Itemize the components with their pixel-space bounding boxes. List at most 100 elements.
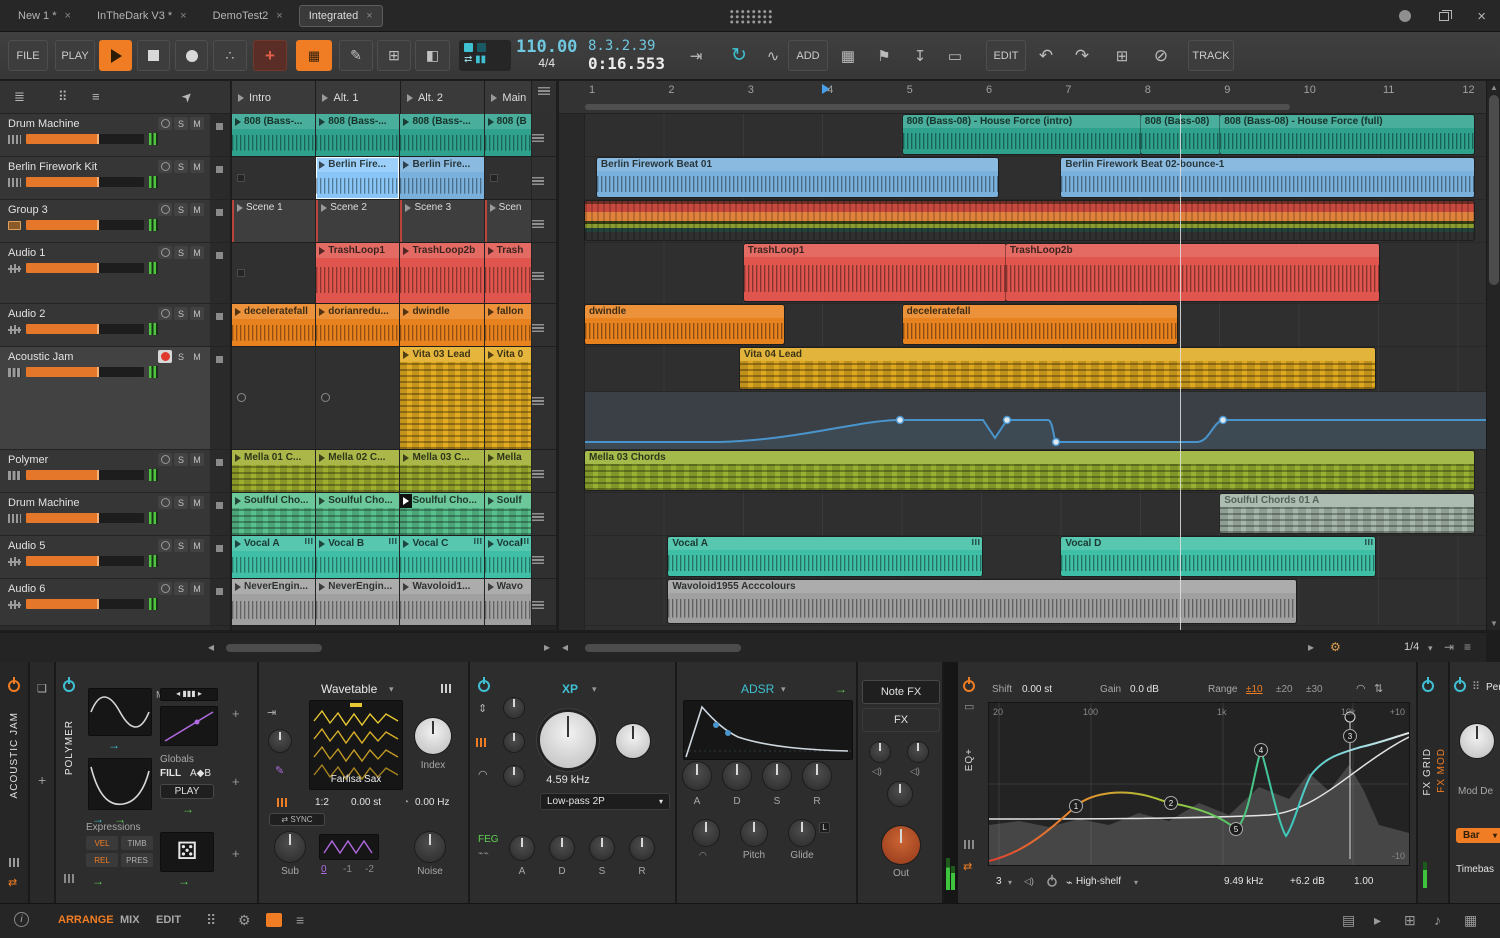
track-launcher-menu[interactable] — [532, 536, 556, 578]
gain-value[interactable]: 0.0 dB — [1130, 684, 1159, 695]
arranger-clip[interactable]: TrashLoop2b — [1005, 244, 1379, 301]
inspector-panel-icon[interactable]: ▸ — [1374, 912, 1381, 929]
play-clip-icon[interactable] — [237, 203, 243, 212]
volume-fader[interactable] — [26, 134, 144, 144]
keytrack-icon[interactable]: ⇥ — [267, 706, 276, 719]
hamburger-icon[interactable] — [532, 397, 545, 405]
play-clip-icon[interactable] — [319, 246, 326, 255]
clip-slot[interactable]: NeverEngin... — [316, 579, 400, 625]
play-clip-icon[interactable] — [487, 539, 494, 548]
track-stop-button[interactable] — [210, 450, 230, 493]
detune-value[interactable]: 0.00 st — [351, 797, 381, 808]
arm-button[interactable] — [158, 539, 172, 552]
play-clip-icon[interactable] — [487, 350, 494, 359]
scroll-up-icon[interactable]: ▲ — [1487, 83, 1500, 92]
clip-slot[interactable]: Wavoloid1... — [400, 579, 484, 625]
track-launcher-menu[interactable] — [532, 157, 556, 199]
scroll-right-icon[interactable]: ▸ — [1308, 640, 1314, 654]
track-stop-button[interactable] — [210, 493, 230, 536]
mute-button[interactable]: M — [190, 203, 204, 216]
mute-button[interactable]: M — [190, 160, 204, 173]
eq-graph[interactable]: 1 2 3 4 5 20 100 1k 10k +10 -10 — [988, 702, 1410, 866]
chevron-down-icon[interactable]: ▾ — [1008, 878, 1012, 887]
envelope-display[interactable] — [683, 700, 853, 760]
track-power-icon[interactable] — [8, 677, 20, 692]
play-scene-icon[interactable] — [322, 93, 329, 102]
arranger-clip[interactable] — [585, 201, 1475, 240]
timeline-ruler[interactable]: 1 2 3 4 5 6 7 8 9 10 11 12 — [559, 81, 1486, 114]
play-clip-icon[interactable] — [403, 350, 410, 359]
a-knob[interactable] — [510, 836, 534, 860]
info-icon[interactable]: i — [14, 912, 29, 927]
perf-knob[interactable] — [1460, 724, 1494, 758]
clip-slot[interactable]: Mella 02 C... — [316, 450, 400, 492]
add-menu-button[interactable]: ADD — [788, 40, 828, 71]
browser-panel-icon[interactable]: ▤ — [1342, 912, 1355, 929]
track-launcher-menu[interactable] — [532, 304, 556, 346]
groove-icon[interactable]: ∿ — [762, 40, 784, 71]
clip-slot[interactable]: Vita 03 Lead — [400, 347, 484, 449]
arm-button[interactable] — [158, 453, 172, 466]
solo-button[interactable]: S — [174, 539, 188, 552]
clip-slot[interactable]: 808 (Bass-... — [400, 114, 484, 156]
mixer-strip-icon[interactable]: ≡ — [296, 912, 304, 928]
arm-button[interactable] — [158, 203, 172, 216]
hamburger-icon[interactable] — [532, 272, 545, 280]
play-clip-icon[interactable] — [403, 246, 410, 255]
close-tab-icon[interactable]: × — [366, 10, 372, 22]
arrange-view-button[interactable]: ARRANGE — [58, 914, 114, 926]
clip-slot[interactable] — [232, 347, 316, 449]
play-clip-icon[interactable] — [319, 496, 326, 505]
arranger-track-lane[interactable]: Vita 04 Lead — [559, 347, 1486, 392]
play-clip-icon[interactable] — [403, 539, 410, 548]
arranger-track-lane[interactable]: dwindle deceleratefall — [559, 304, 1486, 347]
fill-label[interactable]: FILL — [160, 768, 181, 779]
mixer-icon[interactable] — [9, 858, 20, 867]
track-launcher-menu[interactable] — [532, 347, 556, 449]
arranger-track-lane[interactable]: Mella 03 Chords — [559, 450, 1486, 493]
play-scene-icon[interactable] — [238, 93, 244, 102]
mod-route-icon[interactable]: → — [182, 802, 194, 816]
arranger-track-lane[interactable]: Vocal A Vocal D — [559, 536, 1486, 579]
marker-icon[interactable]: ⚑ — [868, 40, 900, 71]
track-row[interactable]: Acoustic Jam S M — [0, 347, 210, 450]
link-scroll-icon[interactable]: ⚙ — [1330, 640, 1341, 654]
track-launcher-menu[interactable] — [532, 114, 556, 156]
clip-slot[interactable]: fallon — [484, 304, 532, 346]
clip-slot[interactable] — [232, 157, 316, 199]
track-row[interactable]: Berlin Firework Kit S M — [0, 157, 210, 200]
clip-slot[interactable]: 808 (Bass-... — [232, 114, 316, 156]
clip-slot[interactable]: Soulf — [484, 493, 532, 535]
clip-slot[interactable]: Vocal B — [316, 536, 400, 578]
document-tab[interactable]: DemoTest2 × — [203, 5, 293, 27]
time-signature[interactable]: 4/4 — [516, 56, 577, 70]
note-editor-icon[interactable]: ▦ — [832, 40, 864, 71]
automation-panel-icon[interactable]: ⊞ — [1404, 912, 1416, 929]
pointer-tool-icon[interactable]: ➤ — [178, 87, 197, 106]
index-knob[interactable] — [415, 718, 451, 754]
note-panel-icon[interactable]: ♪ — [1434, 912, 1441, 928]
track-row[interactable]: Audio 5 SM — [0, 536, 210, 579]
close-tab-icon[interactable]: × — [276, 10, 282, 22]
fx-tab[interactable]: FX — [862, 708, 940, 732]
scene-header[interactable]: Intro — [232, 81, 316, 114]
pan-knob[interactable] — [888, 782, 912, 806]
eq-power-icon[interactable] — [963, 677, 975, 692]
play-clip-icon[interactable] — [235, 539, 241, 548]
automation-write-button[interactable]: ∴ — [213, 40, 247, 71]
track-stop-button[interactable] — [210, 304, 230, 347]
zoom-grid-value[interactable]: 1/4 — [1404, 641, 1419, 653]
track-stop-button[interactable] — [210, 579, 230, 626]
clip-automation-button[interactable]: ✎ — [339, 40, 373, 71]
clip-slot[interactable]: Trash — [484, 243, 532, 303]
note-fx-tab[interactable]: Note FX — [862, 680, 940, 704]
follow-playhead-icon[interactable]: ≡ — [1464, 640, 1471, 654]
env-shaper-display[interactable] — [88, 758, 152, 810]
add-device-button[interactable]: + — [38, 772, 46, 788]
arranger-clip[interactable]: Vocal A — [668, 537, 982, 576]
window-close-icon[interactable]: × — [1477, 8, 1486, 25]
ramp-display[interactable] — [160, 706, 218, 746]
undo-icon[interactable]: ↶ — [1030, 40, 1062, 71]
close-tab-icon[interactable]: × — [65, 10, 71, 22]
wavetable-display[interactable]: Farfisa Sax — [309, 700, 403, 790]
